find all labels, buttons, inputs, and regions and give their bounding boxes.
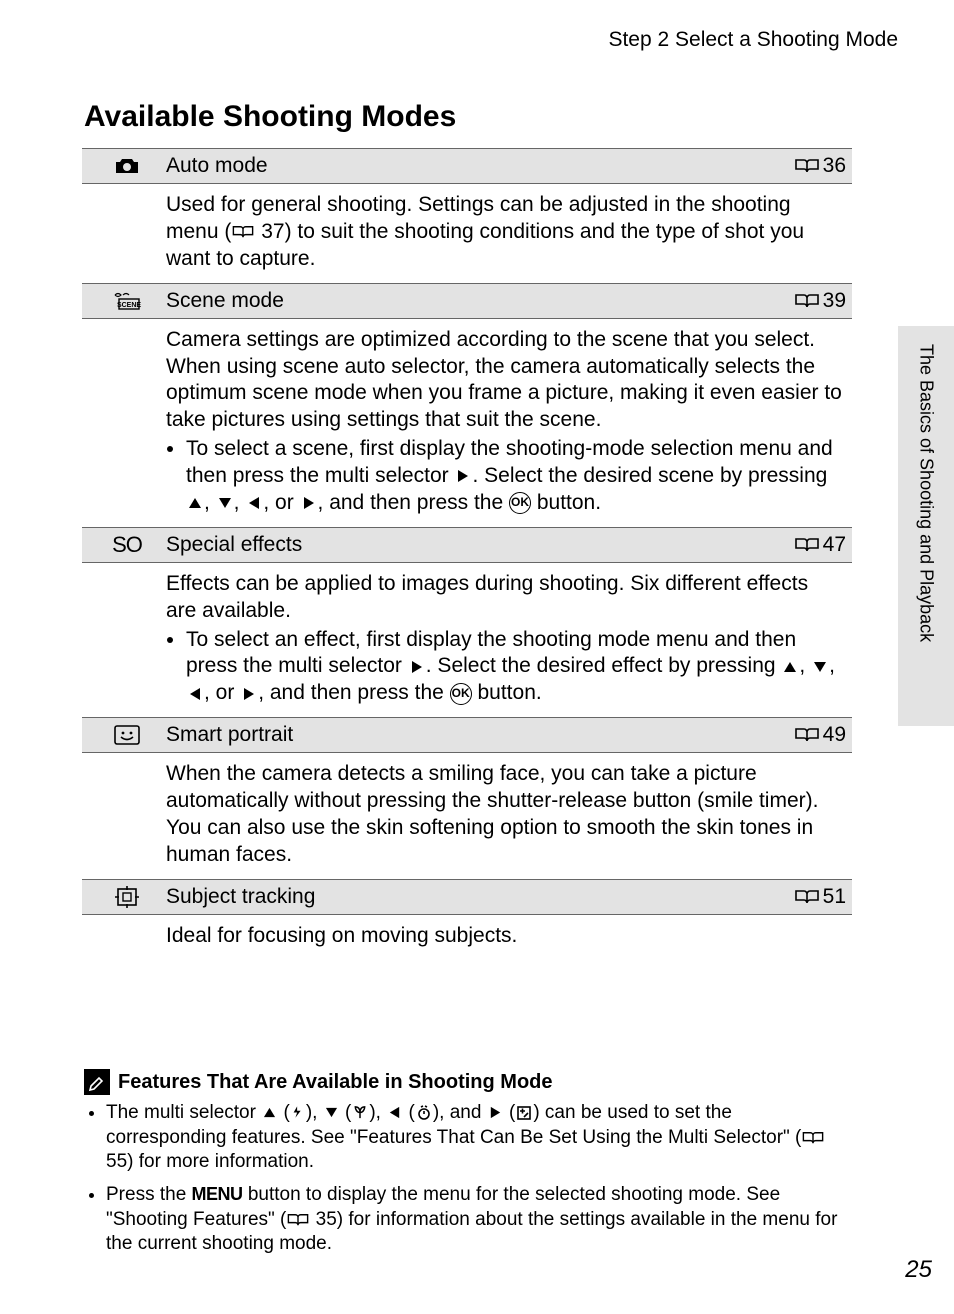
page-ref-number: 49 [823, 723, 846, 747]
subject-tracking-icon [115, 886, 139, 908]
timer-icon [416, 1105, 432, 1121]
book-icon [795, 727, 819, 743]
page-number: 25 [905, 1256, 932, 1284]
ok-button-icon: OK [450, 683, 472, 705]
text: Camera settings are optimized according … [166, 328, 842, 432]
text: button. [531, 491, 601, 514]
text: The multi selector [106, 1102, 261, 1123]
book-icon [795, 537, 819, 553]
mode-title: Auto mode [166, 154, 795, 178]
list-item: Press the MENU button to display the men… [106, 1183, 854, 1257]
mode-row-tracking: Subject tracking 51 [82, 879, 852, 915]
arrow-up-icon [262, 1106, 277, 1119]
text: ) for more information. [127, 1151, 314, 1172]
mode-title: Smart portrait [166, 723, 795, 747]
arrow-left-icon [187, 686, 203, 702]
mode-row-scene: SCENE Scene mode 39 [82, 283, 852, 319]
arrow-right-icon [488, 1105, 503, 1120]
macro-icon [352, 1105, 368, 1120]
mode-title: Special effects [166, 533, 795, 557]
ok-button-icon: OK [509, 492, 531, 514]
text: , and then press the [258, 681, 449, 704]
arrow-left-icon [246, 495, 262, 511]
arrow-up-icon [782, 660, 798, 674]
book-icon [795, 889, 819, 905]
menu-button-label: MENU [192, 1184, 243, 1204]
page-ref-number: 47 [823, 533, 846, 557]
text: , or [263, 491, 299, 514]
page-ref-number: 39 [823, 289, 846, 313]
page-ref-number: 55 [106, 1151, 127, 1172]
arrow-right-icon [301, 495, 317, 511]
text: , and [439, 1102, 487, 1123]
features-title: Features That Are Available in Shooting … [118, 1071, 553, 1094]
book-icon [802, 1131, 824, 1145]
scene-icon: SCENE [113, 292, 141, 310]
breadcrumb: Step 2 Select a Shooting Mode [84, 28, 898, 52]
mode-desc: Effects can be applied to images during … [82, 563, 852, 717]
mode-row-special: SO Special effects 47 [82, 527, 852, 563]
mode-desc: Ideal for focusing on moving subjects. [82, 915, 852, 960]
page-ref: 36 [795, 154, 846, 178]
page-ref: 47 [795, 533, 846, 557]
book-icon [795, 158, 819, 174]
book-icon [287, 1213, 309, 1227]
text: . Select the desired effect by pressing [426, 654, 782, 677]
page-title: Available Shooting Modes [84, 100, 870, 134]
mode-title: Subject tracking [166, 885, 795, 909]
book-icon [795, 293, 819, 309]
mode-desc: Used for general shooting. Settings can … [82, 184, 852, 283]
list-item: To select an effect, first display the s… [186, 627, 842, 708]
page-ref-number: 37 [261, 220, 284, 243]
page-ref: 51 [795, 885, 846, 909]
arrow-down-icon [324, 1106, 339, 1119]
arrow-down-icon [217, 496, 233, 510]
note-icon [84, 1069, 110, 1095]
list-item: To select a scene, first display the sho… [186, 436, 842, 517]
mode-desc: Camera settings are optimized according … [82, 319, 852, 527]
mode-row-auto: Auto mode 36 [82, 148, 852, 184]
camera-icon [114, 157, 140, 175]
text: Press the [106, 1184, 192, 1205]
text: Ideal for focusing on moving subjects. [166, 924, 517, 947]
text: , or [204, 681, 240, 704]
side-tab: The Basics of Shooting and Playback [898, 326, 954, 726]
text: button. [472, 681, 542, 704]
special-effects-icon: SO [112, 532, 142, 558]
arrow-down-icon [812, 660, 828, 674]
mode-title: Scene mode [166, 289, 795, 313]
page-ref-number: 36 [823, 154, 846, 178]
arrow-right-icon [241, 686, 257, 702]
page-ref-number: 35 [316, 1209, 337, 1230]
text: Effects can be applied to images during … [166, 572, 808, 622]
arrow-up-icon [187, 496, 203, 510]
features-section: Features That Are Available in Shooting … [84, 1069, 854, 1265]
book-icon [232, 225, 254, 239]
exposure-comp-icon [516, 1105, 532, 1121]
smart-portrait-icon [114, 725, 140, 745]
list-item: The multi selector (), (), (), and () ca… [106, 1101, 854, 1175]
mode-row-portrait: Smart portrait 49 [82, 717, 852, 753]
text: When the camera detects a smiling face, … [166, 762, 818, 866]
page-ref: 39 [795, 289, 846, 313]
modes-table: Auto mode 36 Used for general shooting. … [82, 148, 852, 960]
svg-text:SCENE: SCENE [117, 302, 141, 309]
arrow-left-icon [387, 1105, 402, 1120]
page-ref-number: 51 [823, 885, 846, 909]
flash-icon [291, 1105, 305, 1120]
mode-desc: When the camera detects a smiling face, … [82, 753, 852, 879]
side-tab-label: The Basics of Shooting and Playback [916, 344, 937, 642]
text: . Select the desired scene by pressing [472, 464, 827, 487]
text: , and then press the [318, 491, 509, 514]
arrow-right-icon [455, 468, 471, 484]
arrow-right-icon [409, 659, 425, 675]
page-ref: 49 [795, 723, 846, 747]
